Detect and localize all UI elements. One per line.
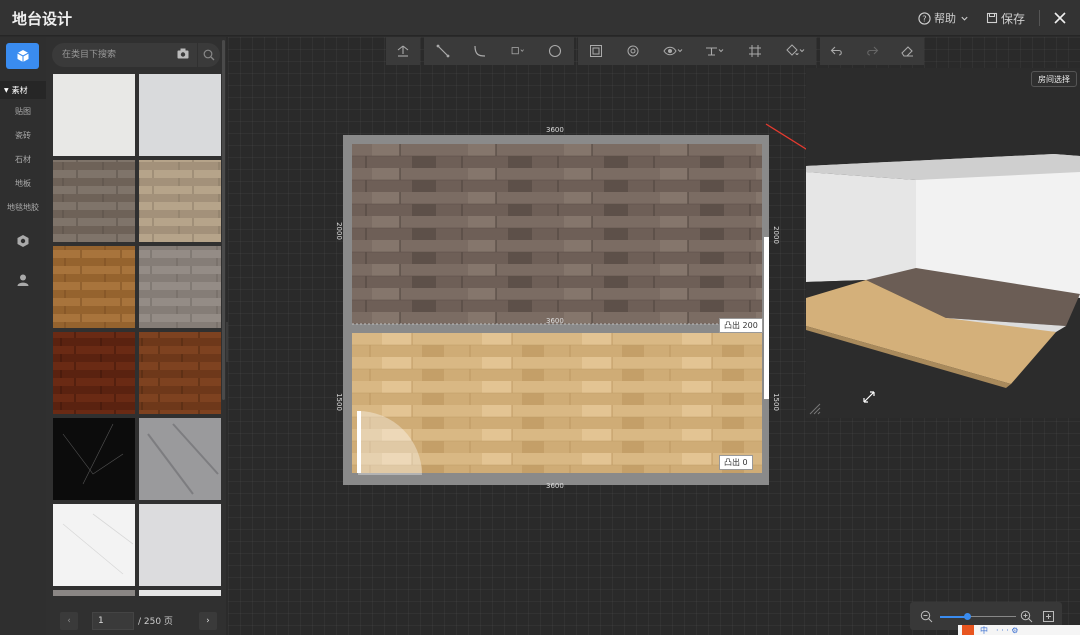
- ime-dots-icon[interactable]: · · · ⚙: [996, 626, 1018, 635]
- dimension-label: 3600: [546, 317, 564, 325]
- app-title: 地台设计: [12, 10, 73, 28]
- toolbar-group-history: [820, 37, 924, 65]
- category-item[interactable]: 贴图: [0, 99, 46, 123]
- height-tag-upper[interactable]: 凸出 200: [719, 318, 763, 333]
- zoom-in-icon[interactable]: [1020, 610, 1033, 623]
- chevron-down-icon: [961, 16, 968, 21]
- caret-down-icon: ▼: [4, 86, 9, 94]
- material-tile[interactable]: [53, 160, 135, 242]
- material-tile[interactable]: [139, 590, 221, 596]
- help-menu[interactable]: ? 帮助: [918, 10, 972, 26]
- resize-handle-icon[interactable]: [808, 402, 822, 416]
- upload-icon[interactable]: [396, 44, 410, 58]
- panel-scrollbar[interactable]: [222, 40, 225, 400]
- prev-page-button[interactable]: ‹: [60, 611, 78, 630]
- next-page-button[interactable]: ›: [198, 611, 217, 630]
- raised-platform[interactable]: [352, 144, 762, 324]
- material-tile[interactable]: [139, 504, 221, 586]
- curve-tool-icon[interactable]: [473, 44, 487, 58]
- rotate-icon[interactable]: [626, 44, 640, 58]
- save-icon: [986, 12, 998, 24]
- dimension-label: 2000: [334, 222, 343, 240]
- search-button[interactable]: [198, 43, 220, 67]
- circle-tool-icon[interactable]: [548, 44, 562, 58]
- material-tile[interactable]: [53, 246, 135, 328]
- expand-icon[interactable]: [862, 390, 876, 404]
- toolbar-group-edit: [578, 37, 816, 65]
- material-tab-button[interactable]: [6, 43, 39, 69]
- zoom-track-fill: [940, 616, 966, 618]
- category-rail: ▼ 素材 贴图 瓷砖 石材 地板 地毯地胶: [0, 37, 46, 635]
- category-item[interactable]: 地毯地胶: [0, 195, 46, 219]
- help-label: 帮助: [933, 12, 956, 25]
- grid-icon[interactable]: [748, 44, 762, 58]
- dimension-label: 1500: [771, 393, 780, 411]
- eye-icon[interactable]: [663, 44, 683, 58]
- door-symbol[interactable]: [357, 411, 361, 473]
- align-icon[interactable]: [705, 44, 725, 58]
- save-button[interactable]: 保存: [986, 10, 1025, 27]
- ime-logo-icon: [962, 625, 974, 635]
- help-icon: ?: [918, 11, 931, 25]
- toolbar-group-draw: [424, 37, 574, 65]
- material-tile[interactable]: [53, 590, 135, 596]
- hexagon-icon[interactable]: [16, 234, 30, 248]
- toolbar-group-upload: [386, 37, 420, 65]
- material-tile[interactable]: [53, 332, 135, 414]
- category-item[interactable]: 瓷砖: [0, 123, 46, 147]
- user-icon[interactable]: [16, 273, 30, 287]
- category-item[interactable]: 石材: [0, 147, 46, 171]
- svg-text:?: ?: [922, 13, 926, 23]
- category-item[interactable]: 地板: [0, 171, 46, 195]
- dimension-label: 1500: [334, 393, 343, 411]
- 3d-preview[interactable]: [806, 68, 1080, 418]
- eraser-icon[interactable]: [900, 44, 914, 58]
- height-tag-lower[interactable]: 凸出 0: [719, 455, 753, 470]
- category-header-label: 素材: [11, 85, 28, 95]
- page-number-input[interactable]: 1: [92, 611, 134, 630]
- window-symbol[interactable]: [764, 237, 769, 399]
- dimension-label: 3600: [546, 126, 564, 134]
- save-label: 保存: [1000, 11, 1025, 26]
- category-list: ▼ 素材 贴图 瓷砖 石材 地板 地毯地胶: [0, 81, 46, 219]
- material-grid: [53, 74, 221, 596]
- dimension-label: 3600: [546, 482, 564, 490]
- search-icon: [203, 49, 215, 61]
- redo-icon[interactable]: [865, 44, 879, 58]
- ime-toolbar: 中 · · · ⚙: [958, 625, 1080, 635]
- top-bar: 地台设计 ? 帮助 保存: [0, 0, 1080, 36]
- material-tile[interactable]: [53, 74, 135, 156]
- ime-language-label[interactable]: 中: [980, 625, 988, 635]
- undo-icon[interactable]: [830, 44, 844, 58]
- floor-plan[interactable]: 3600 3600 3600 2000 1500 2000 1500 凸出 20…: [335, 126, 780, 490]
- zoom-slider-handle[interactable]: [964, 613, 971, 620]
- pagination: ‹ 1 / 250 页 ›: [46, 606, 226, 635]
- rectangle-tool-icon[interactable]: [511, 44, 525, 58]
- category-header[interactable]: ▼ 素材: [0, 81, 46, 99]
- divider: [1039, 10, 1040, 26]
- material-tile[interactable]: [139, 246, 221, 328]
- material-tile[interactable]: [139, 332, 221, 414]
- room-select-button[interactable]: 房间选择: [1031, 71, 1077, 87]
- line-tool-icon[interactable]: [436, 44, 450, 58]
- material-tile[interactable]: [139, 160, 221, 242]
- material-panel: 在类目下搜索: [46, 37, 226, 635]
- material-tile[interactable]: [139, 74, 221, 156]
- page-total: / 250 页: [138, 617, 173, 627]
- frame-icon[interactable]: [589, 44, 603, 58]
- material-tile[interactable]: [53, 418, 135, 500]
- zoom-out-icon[interactable]: [920, 610, 933, 623]
- close-icon[interactable]: [1052, 10, 1068, 26]
- search-input[interactable]: 在类目下搜索: [52, 43, 197, 67]
- paint-bucket-icon[interactable]: [785, 44, 805, 58]
- camera-icon[interactable]: [177, 48, 189, 59]
- fit-view-icon[interactable]: [1042, 610, 1055, 623]
- dimension-label: 2000: [771, 226, 780, 244]
- cube-icon: [16, 50, 29, 62]
